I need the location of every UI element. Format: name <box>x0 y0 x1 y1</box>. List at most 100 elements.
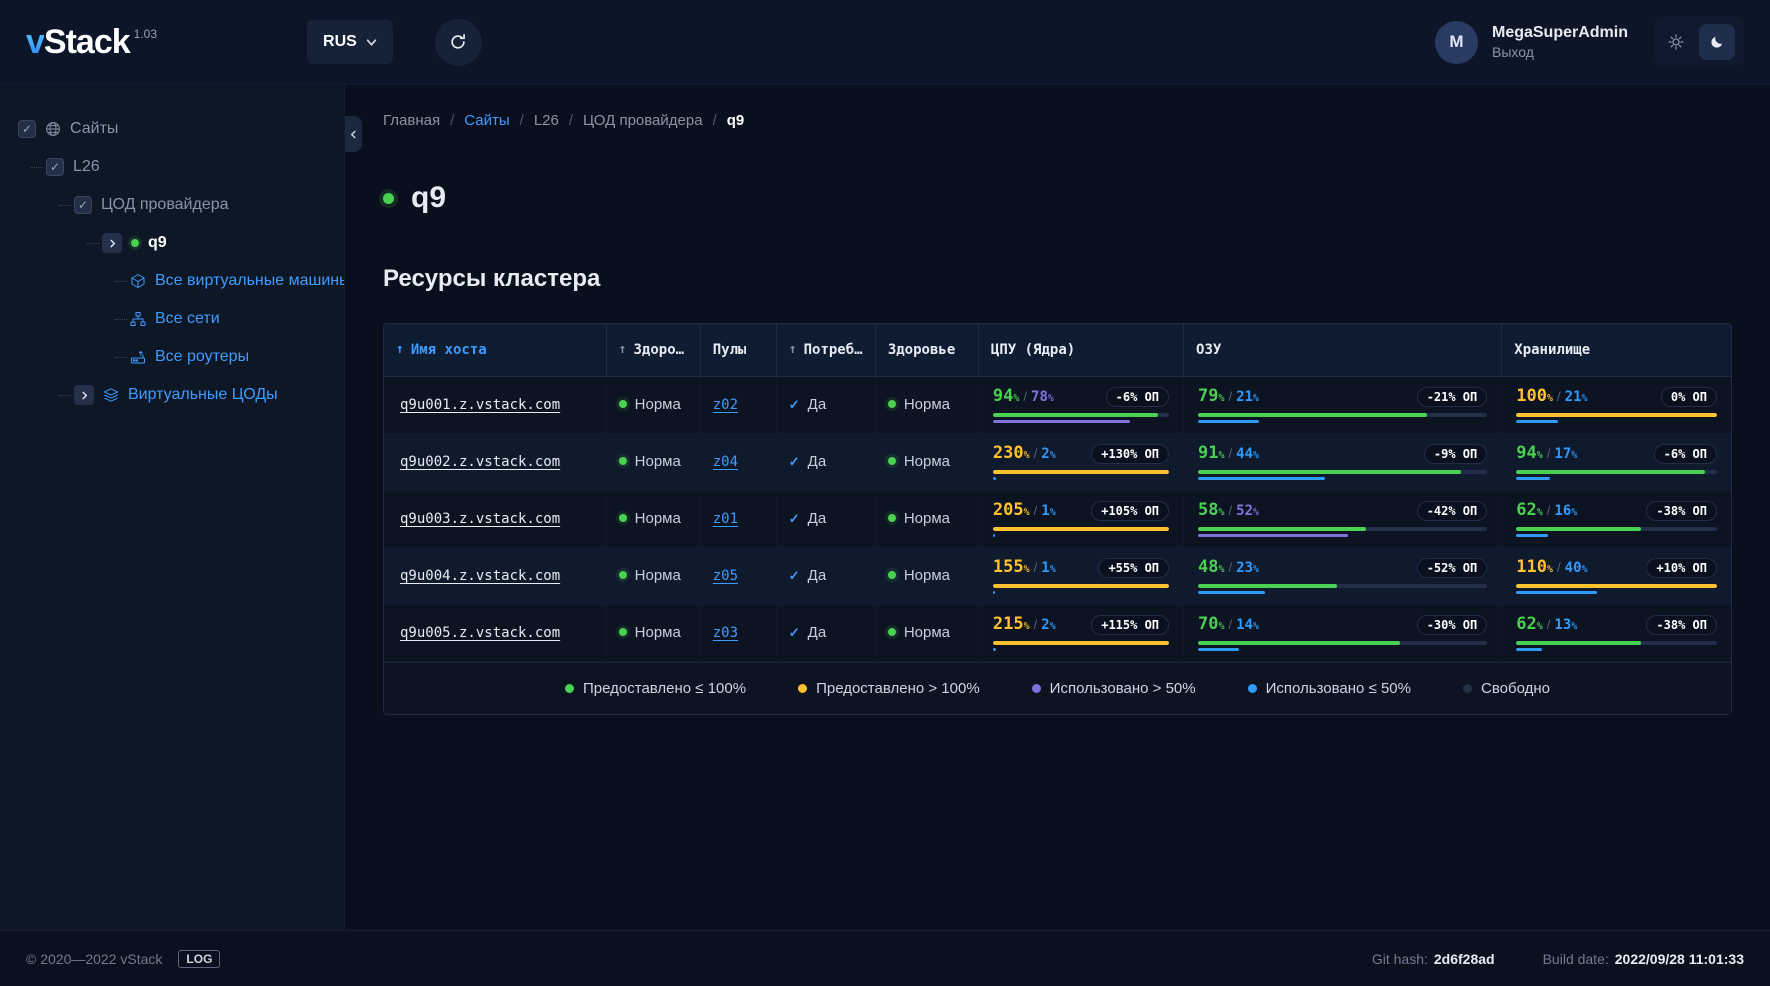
host-link[interactable]: q9u002.z.vstack.com <box>400 454 560 470</box>
pool-cell: z05 <box>700 547 777 605</box>
ram-cell: 48%/23% -52% ОП <box>1183 547 1503 605</box>
value-separator: / <box>1228 389 1233 404</box>
metric-values: 62%/16% -38% ОП <box>1516 501 1717 521</box>
sidebar-item-all-vms[interactable]: Все виртуальные машины <box>0 262 344 300</box>
overprovision-badge: +105% ОП <box>1091 501 1170 521</box>
host-link[interactable]: q9u004.z.vstack.com <box>400 568 560 584</box>
resources-tbody: q9u001.z.vstack.com Норма z02 ✓ Да Норма 94%/7… <box>384 376 1731 662</box>
legend-item: Использовано > 50% <box>1031 679 1196 697</box>
used-bar-fill <box>1198 591 1265 594</box>
sidebar-item-label: Все роутеры <box>155 348 250 365</box>
legend-dot <box>798 683 808 693</box>
sidebar: ✓ Сайты ✓ L26 ✓ ЦОД провайдера q9 Все виртуальн… <box>0 84 345 930</box>
checkbox-icon[interactable]: ✓ <box>18 120 36 138</box>
tree-connector <box>31 167 43 168</box>
provided-value: 62% <box>1516 500 1543 520</box>
chevron-right-icon[interactable] <box>74 385 94 405</box>
log-badge[interactable]: LOG <box>178 949 221 968</box>
sidebar-item-all-routers[interactable]: Все роутеры <box>0 338 344 376</box>
cluster-resources-table: ↑ Имя хоста ↑ Здоровье Пулы ↑ Потребление Здоро… <box>383 323 1732 715</box>
used-value: 16% <box>1554 503 1578 519</box>
vstack-logo[interactable]: vStack 1.03 <box>26 25 157 59</box>
logout-link[interactable]: Выход <box>1492 43 1628 61</box>
sidebar-tree: ✓ Сайты ✓ L26 ✓ ЦОД провайдера q9 Все виртуальн… <box>0 110 344 414</box>
check-icon: ✓ <box>788 567 800 583</box>
sidebar-collapse-button[interactable] <box>345 116 362 152</box>
breadcrumb-item[interactable]: Главная <box>383 112 440 129</box>
used-bar <box>992 420 1169 423</box>
provided-bar-fill <box>1198 527 1366 531</box>
sidebar-item-sites[interactable]: ✓ Сайты <box>0 110 344 148</box>
language-label: RUS <box>323 33 357 50</box>
provided-value: 70% <box>1198 614 1225 634</box>
moon-icon[interactable] <box>1699 24 1735 60</box>
provided-value: 58% <box>1198 500 1225 520</box>
status-dot <box>618 400 627 409</box>
used-value: 52% <box>1236 503 1260 519</box>
value-separator: / <box>1557 560 1561 575</box>
language-selector[interactable]: RUS <box>307 20 393 64</box>
host-link[interactable]: q9u003.z.vstack.com <box>400 511 560 527</box>
column-header-inner: ↑ Имя хоста <box>396 342 594 358</box>
legend-item: Использовано ≤ 50% <box>1247 680 1411 697</box>
column-label: Хранилище <box>1514 341 1591 358</box>
footer-right: Git hash: 2d6f28ad Build date: 2022/09/28 … <box>1372 951 1744 967</box>
value-separator: / <box>1228 560 1233 575</box>
column-label: Пулы <box>712 341 747 358</box>
provided-bar-fill <box>1516 584 1717 588</box>
pool-link[interactable]: z02 <box>713 397 738 413</box>
legend-dot <box>1031 683 1041 693</box>
sidebar-item-l26[interactable]: ✓ L26 <box>0 148 344 186</box>
metric-values: 62%/13% -38% ОП <box>1516 615 1717 635</box>
ram-cell: 70%/14% -30% ОП <box>1183 604 1503 662</box>
breadcrumb-item[interactable]: Сайты <box>464 112 509 129</box>
copyright: © 2020—2022 vStack <box>26 950 163 967</box>
provided-bar <box>992 413 1170 417</box>
checkbox-icon[interactable]: ✓ <box>46 158 64 176</box>
column-header[interactable]: ↑ Потребление <box>776 324 876 377</box>
column-header[interactable]: ↑ Имя хоста <box>384 324 607 377</box>
storage-cell: 62%/16% -38% ОП <box>1501 490 1731 548</box>
used-bar-fill <box>1516 648 1543 651</box>
value-separator: / <box>1228 446 1233 461</box>
pool-link[interactable]: z04 <box>713 454 738 470</box>
checkbox-icon[interactable]: ✓ <box>74 196 92 214</box>
refresh-button[interactable] <box>434 18 482 66</box>
column-header-inner: ↑ Потребление <box>789 342 863 358</box>
build-date-value: 2022/09/28 11:01:33 <box>1614 950 1744 967</box>
pool-link[interactable]: z03 <box>713 625 738 641</box>
legend-dot <box>1463 683 1472 693</box>
used-bar <box>1198 648 1487 651</box>
provided-value: 91% <box>1198 443 1225 463</box>
footer: © 2020—2022 vStack LOG Git hash: 2d6f28ad… <box>0 930 1770 986</box>
provided-bar-fill <box>992 527 1170 531</box>
host-link[interactable]: q9u005.z.vstack.com <box>400 625 560 641</box>
pool-link[interactable]: z01 <box>713 511 738 527</box>
breadcrumb-item[interactable]: ЦОД провайдера <box>583 112 703 129</box>
avatar[interactable]: M <box>1434 20 1478 64</box>
column-header[interactable]: ↑ Здоровье <box>606 324 701 377</box>
breadcrumb-item[interactable]: L26 <box>534 112 559 129</box>
column-header-inner: ↑ Здоровье <box>619 342 688 358</box>
chevron-right-icon[interactable] <box>102 233 122 253</box>
consumption-cell: ✓ Да <box>776 376 876 434</box>
cpu-cell: 205%/1% +105% ОП <box>978 490 1185 548</box>
sidebar-item-q9[interactable]: q9 <box>0 224 344 262</box>
column-label: ОЗУ <box>1196 341 1222 358</box>
provided-bar-fill <box>1516 641 1641 645</box>
sidebar-item-provider-dc[interactable]: ✓ ЦОД провайдера <box>0 186 344 224</box>
sun-icon[interactable] <box>1663 34 1689 50</box>
column-header: Здоровье <box>875 324 979 377</box>
theme-toggle[interactable] <box>1654 17 1744 67</box>
ram-cell: 91%/44% -9% ОП <box>1183 433 1503 491</box>
pool-link[interactable]: z05 <box>713 568 738 584</box>
consumption-label: Да <box>807 623 827 641</box>
cpu-cell: 215%/2% +115% ОП <box>978 604 1185 662</box>
host-link[interactable]: q9u001.z.vstack.com <box>400 397 560 413</box>
sidebar-item-virtual-dcs[interactable]: Виртуальные ЦОДы <box>0 376 344 414</box>
sidebar-item-all-networks[interactable]: Все сети <box>0 300 344 338</box>
cube-icon <box>130 273 146 289</box>
legend-label: Использовано > 50% <box>1049 679 1196 697</box>
column-label: ЦПУ (Ядра) <box>990 341 1076 358</box>
used-value: 21% <box>1236 389 1260 405</box>
